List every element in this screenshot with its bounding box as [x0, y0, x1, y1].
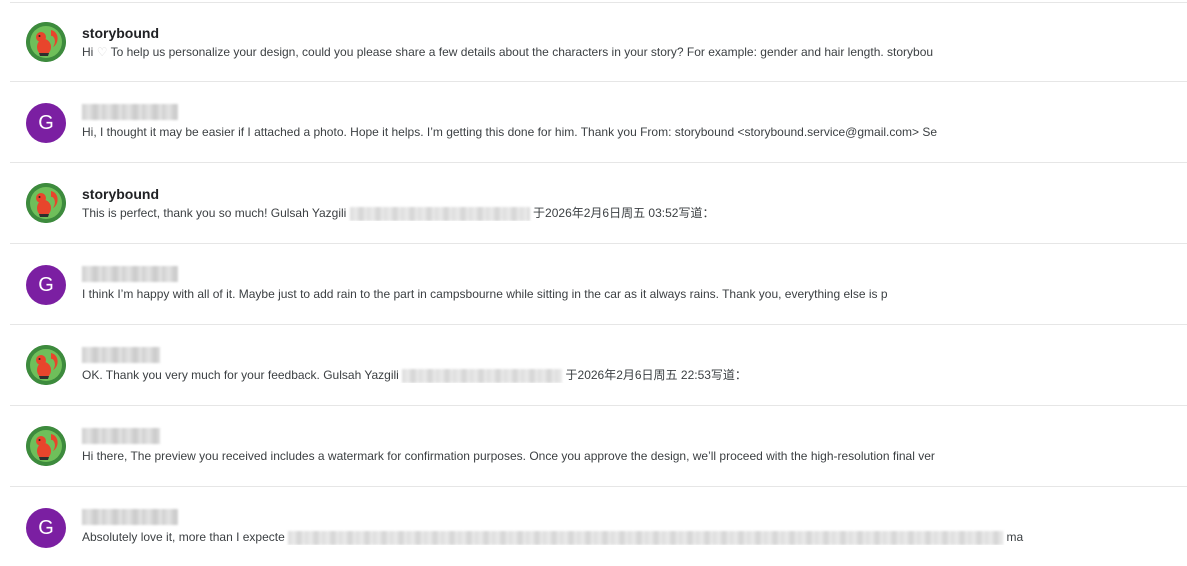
message-row[interactable]: storybound This is perfect, thank you so… — [10, 164, 1187, 244]
redacted-email — [402, 368, 563, 383]
message-row[interactable]: Hi there, The preview you received inclu… — [10, 407, 1187, 487]
message-snippet: Hi ♡ To help us personalize your design,… — [82, 44, 1012, 60]
squirrel-icon — [26, 345, 66, 385]
sender-name: storybound — [82, 25, 159, 41]
snippet-text: OK. Thank you very much for your feedbac… — [82, 368, 399, 382]
redacted-sender — [82, 347, 160, 363]
redacted-email — [349, 206, 530, 221]
heart-icon: ♡ — [96, 45, 108, 59]
letter-avatar: G — [26, 265, 66, 305]
squirrel-icon — [26, 183, 66, 223]
letter-avatar: G — [26, 508, 66, 548]
redacted-sender — [82, 428, 160, 444]
message-snippet: I think I’m happy with all of it. Maybe … — [82, 287, 888, 301]
redacted-text — [288, 530, 1004, 545]
message-snippet: Absolutely love it, more than I expecte … — [82, 529, 1082, 545]
squirrel-icon — [26, 22, 66, 62]
snippet-text: To help us personalize your design, coul… — [110, 45, 934, 59]
redacted-sender — [82, 509, 178, 525]
message-row[interactable]: OK. Thank you very much for your feedbac… — [10, 326, 1187, 406]
squirrel-avatar — [26, 426, 66, 466]
snippet-text: 于2026年2月6日周五 22:53写道： — [565, 368, 747, 382]
snippet-text: This is perfect, thank you so much! Guls… — [82, 206, 347, 220]
squirrel-icon — [26, 426, 66, 466]
snippet-text: Absolutely love it, more than I expecte — [82, 530, 285, 544]
redacted-sender — [82, 266, 178, 282]
email-thread: storybound Hi ♡ To help us personalize y… — [0, 0, 1187, 566]
snippet-text: ma — [1006, 530, 1024, 544]
message-snippet: This is perfect, thank you so much! Guls… — [82, 205, 1012, 221]
message-row[interactable]: storybound Hi ♡ To help us personalize y… — [10, 2, 1187, 82]
snippet-text: Hi — [82, 45, 94, 59]
sender-name: storybound — [82, 186, 159, 202]
squirrel-avatar — [26, 22, 66, 62]
message-snippet: Hi there, The preview you received inclu… — [82, 449, 935, 463]
message-row[interactable]: G Absolutely love it, more than I expect… — [10, 488, 1187, 566]
squirrel-avatar — [26, 345, 66, 385]
squirrel-avatar — [26, 183, 66, 223]
letter-avatar: G — [26, 103, 66, 143]
message-row[interactable]: G Hi, I thought it may be easier if I at… — [10, 83, 1187, 163]
message-snippet: OK. Thank you very much for your feedbac… — [82, 367, 1012, 383]
message-row[interactable]: G I think I’m happy with all of it. Mayb… — [10, 245, 1187, 325]
snippet-text: 于2026年2月6日周五 03:52写道： — [533, 206, 715, 220]
redacted-sender — [82, 104, 178, 120]
message-snippet: Hi, I thought it may be easier if I atta… — [82, 125, 938, 139]
